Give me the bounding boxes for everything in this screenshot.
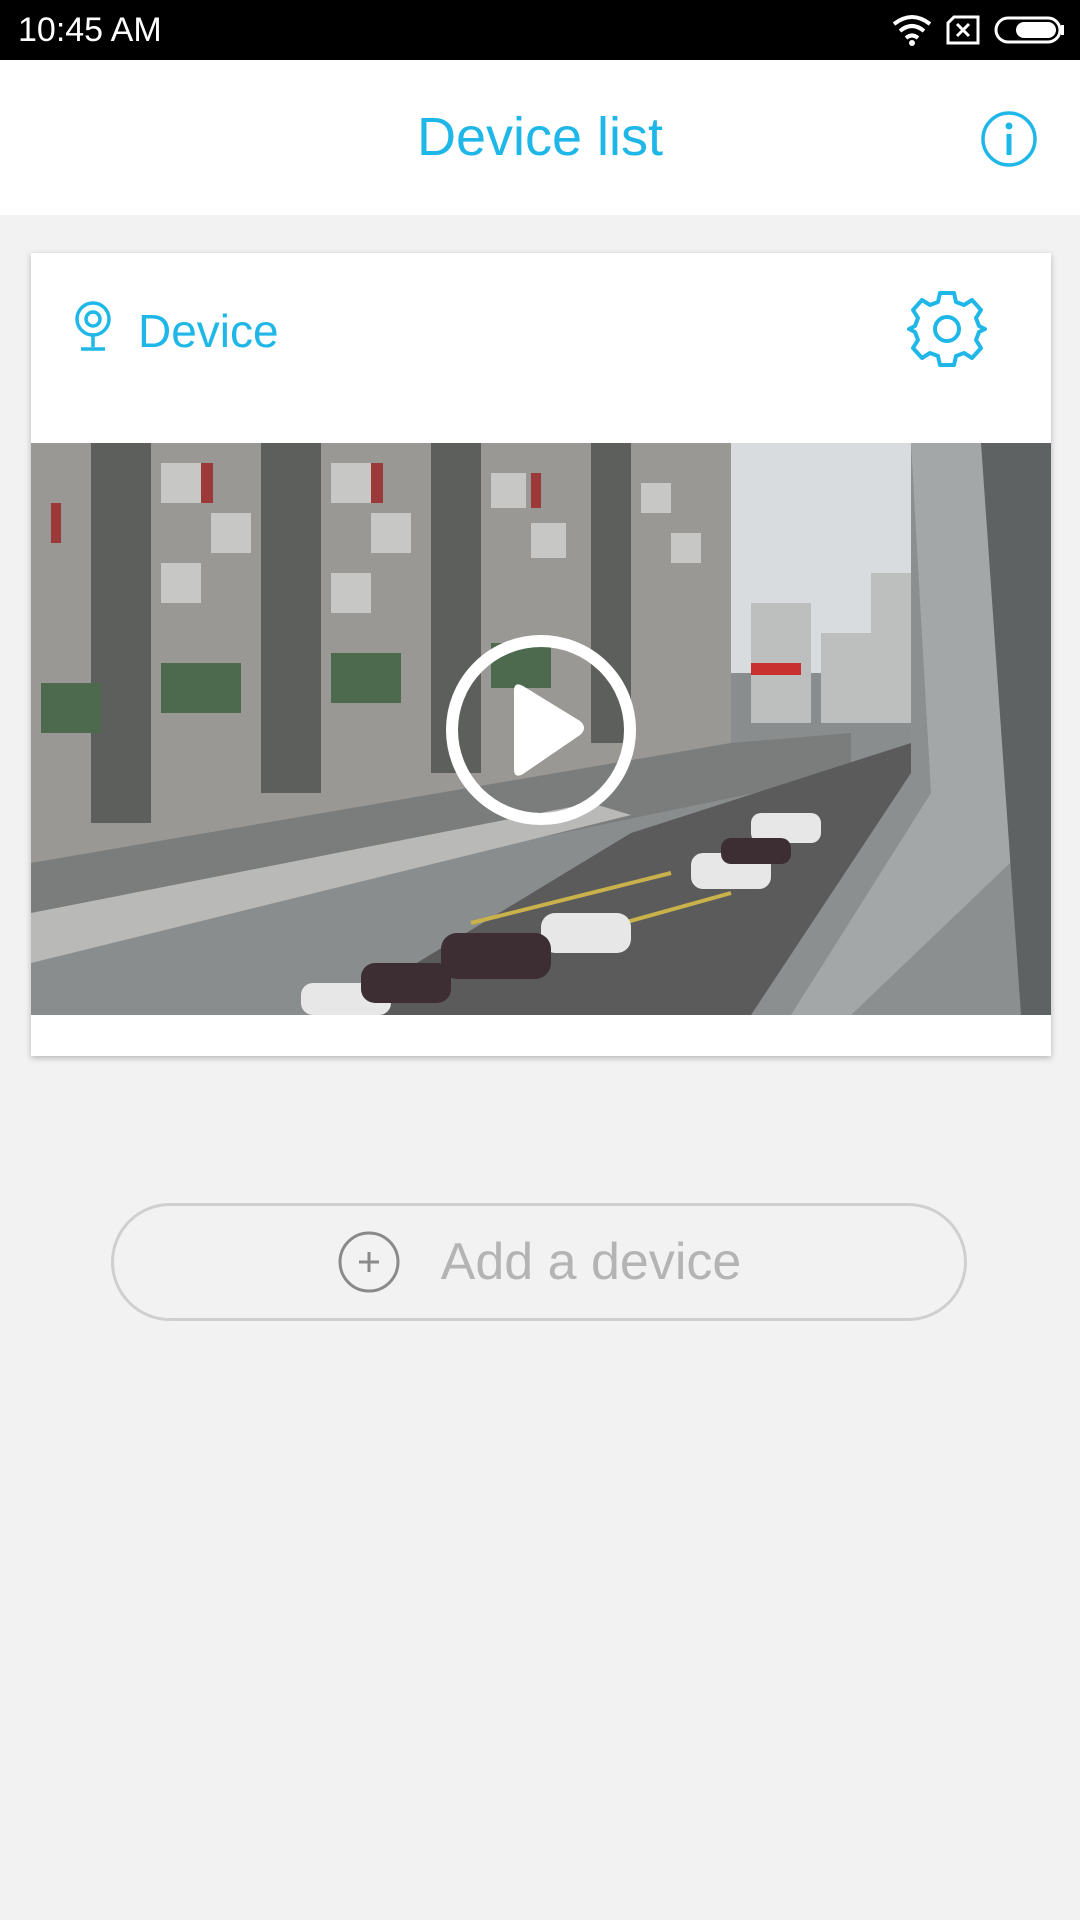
page-title: Device list xyxy=(416,107,664,167)
info-icon xyxy=(981,111,1037,167)
add-device-label: Add a device xyxy=(440,1233,742,1291)
device-settings-button[interactable] xyxy=(906,288,988,370)
camera-preview[interactable] xyxy=(31,443,1051,1015)
add-device-button[interactable]: Add a device xyxy=(111,1203,967,1321)
battery-icon xyxy=(994,15,1066,45)
status-time: 10:45 AM xyxy=(18,11,162,49)
wifi-icon xyxy=(892,14,932,46)
device-card-header: Device xyxy=(31,253,1051,443)
status-icons xyxy=(892,12,1066,48)
device-name[interactable]: Device xyxy=(138,303,279,359)
camera-pin-icon xyxy=(75,301,111,351)
info-button[interactable] xyxy=(980,110,1038,168)
play-icon[interactable] xyxy=(444,633,638,827)
gear-icon xyxy=(907,291,987,367)
status-bar: 10:45 AM xyxy=(0,0,1080,60)
app-header: Device list xyxy=(0,60,1080,215)
device-card[interactable]: Device xyxy=(31,253,1051,1056)
plus-circle-icon xyxy=(338,1231,400,1293)
no-sim-icon xyxy=(946,15,980,45)
